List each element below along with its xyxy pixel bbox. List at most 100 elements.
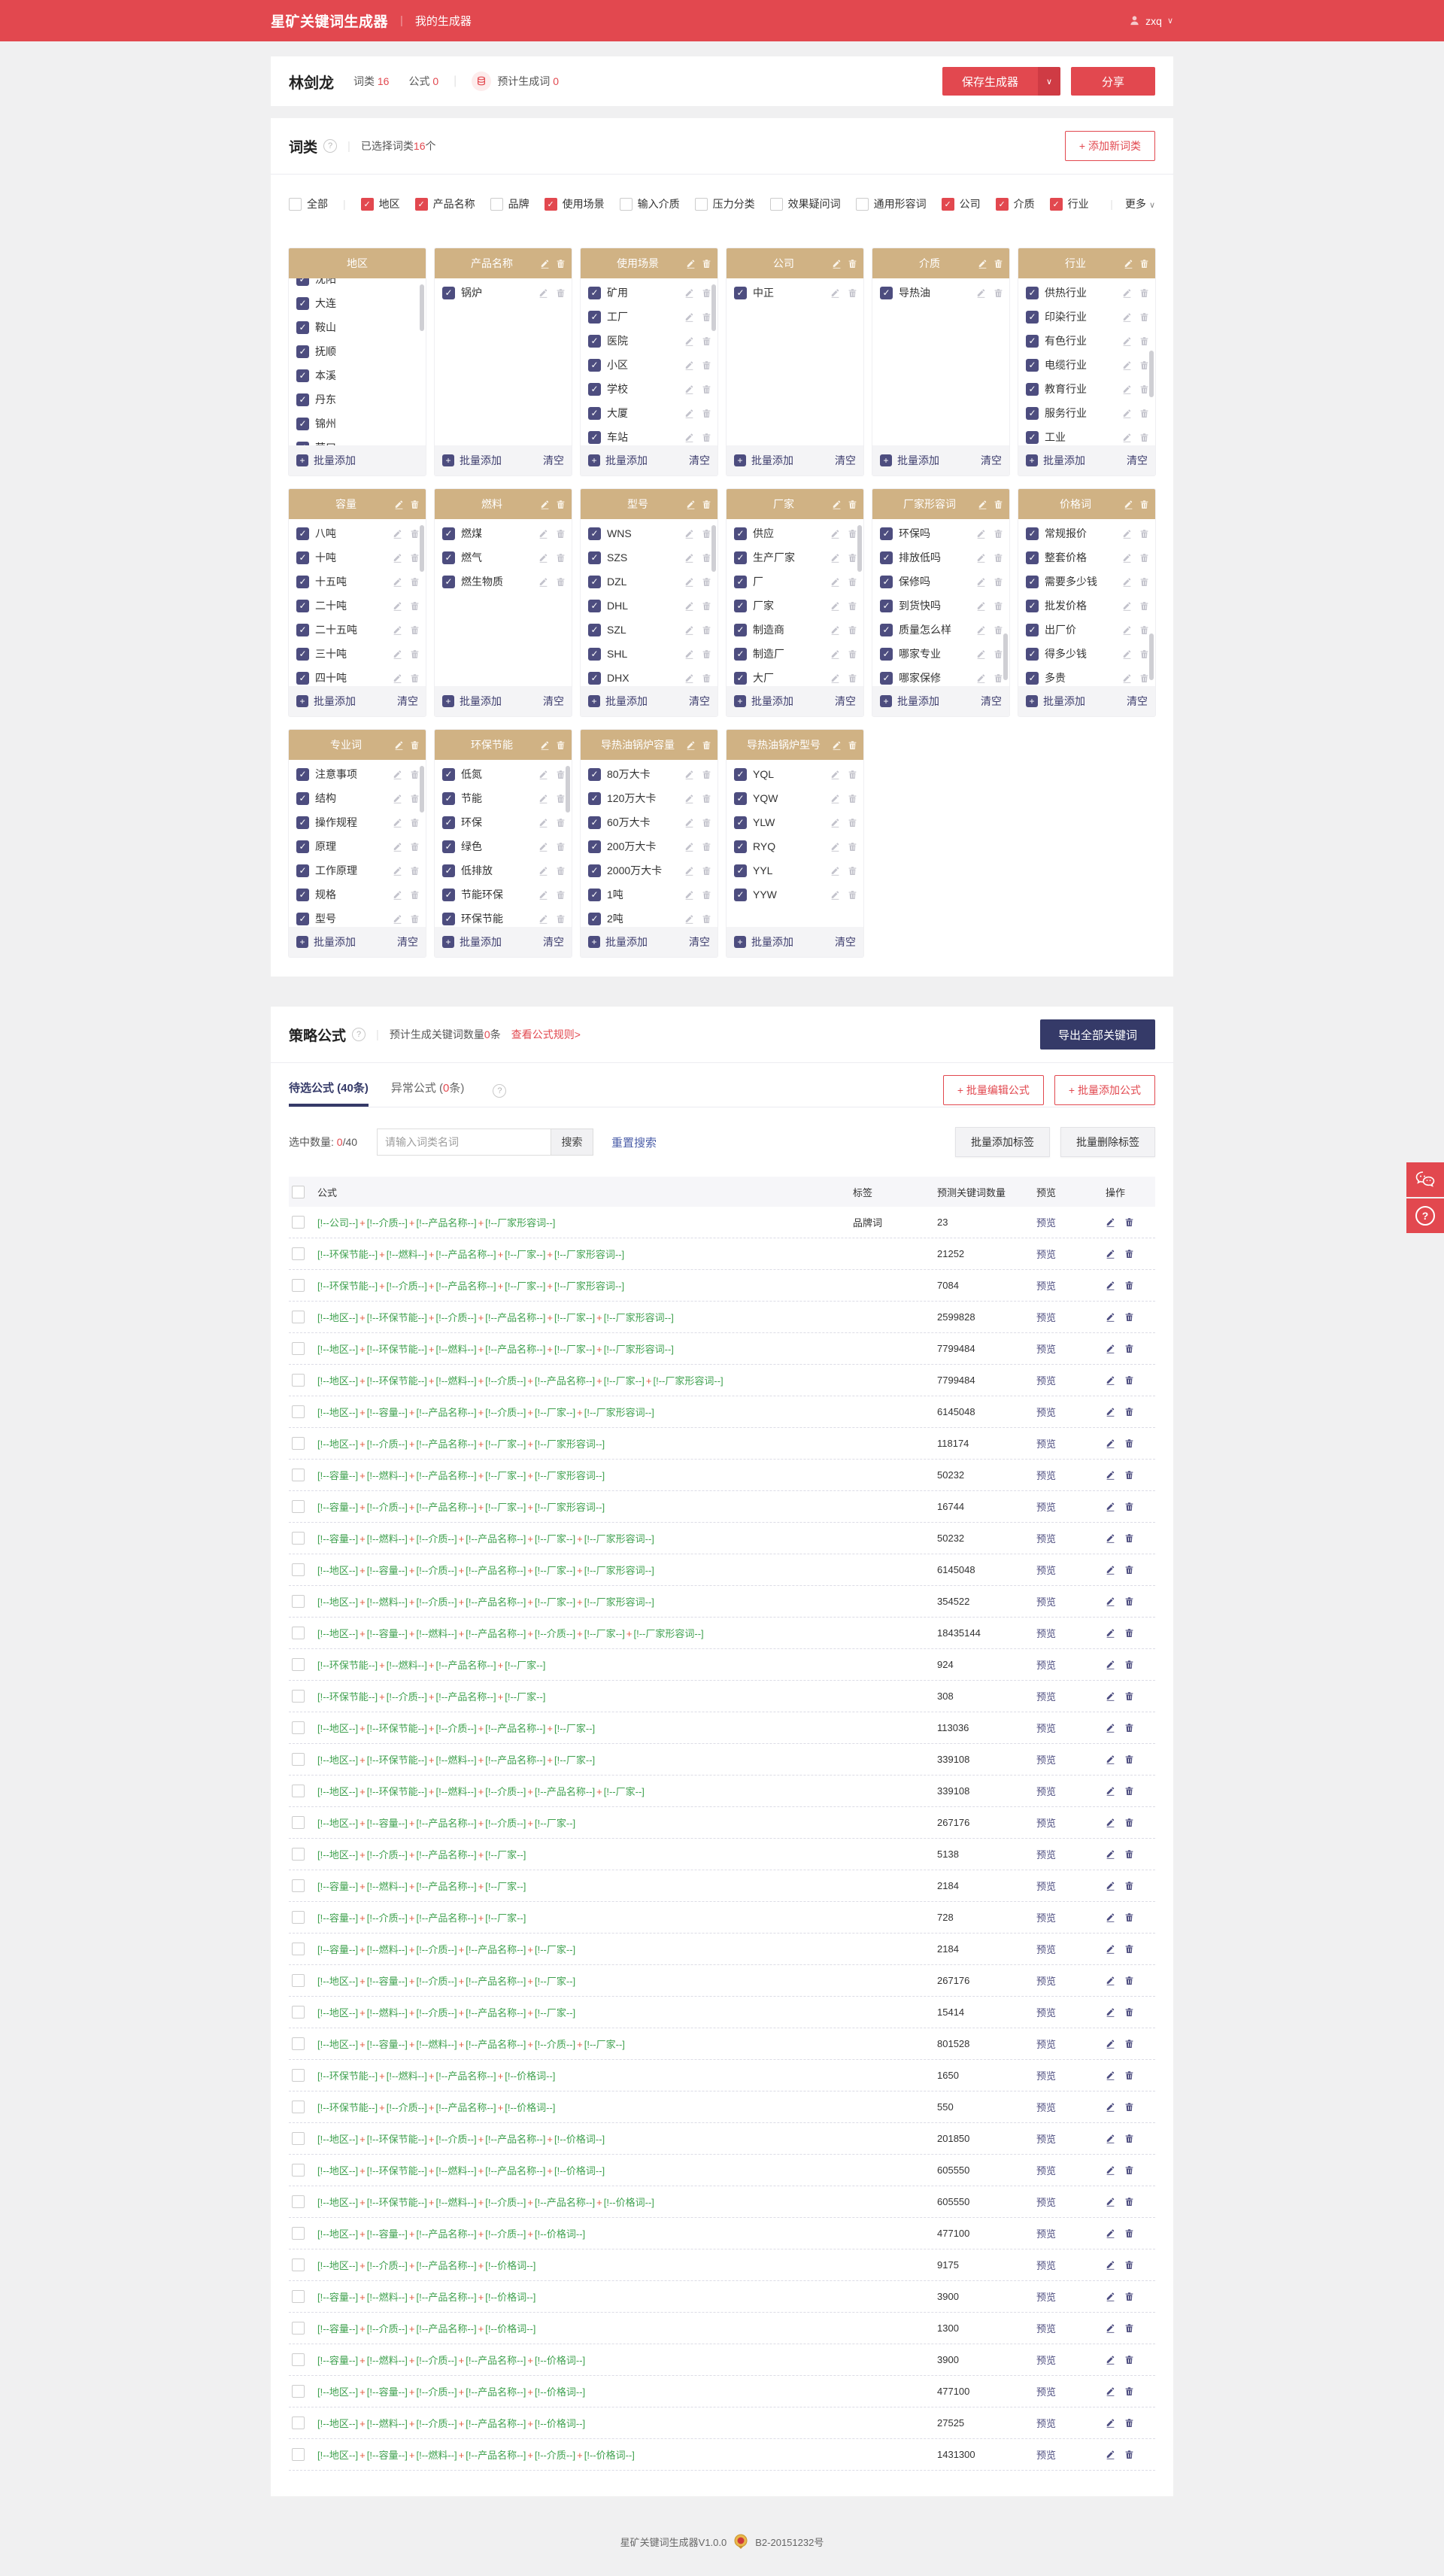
row-checkbox[interactable]: [292, 1311, 305, 1323]
delete-icon[interactable]: [410, 625, 420, 635]
edit-icon[interactable]: [1106, 2165, 1115, 2175]
edit-icon[interactable]: [978, 259, 987, 269]
delete-icon[interactable]: [848, 529, 857, 539]
delete-icon[interactable]: [848, 794, 857, 803]
edit-icon[interactable]: [830, 818, 840, 828]
clear-button[interactable]: 清空: [1127, 453, 1148, 468]
delete-icon[interactable]: [556, 794, 566, 803]
delete-icon[interactable]: [848, 500, 857, 509]
edit-icon[interactable]: [684, 818, 694, 828]
edit-icon[interactable]: [830, 601, 840, 611]
filter-输入介质[interactable]: 输入介质: [619, 196, 680, 211]
clear-button[interactable]: 清空: [543, 453, 564, 468]
delete-icon[interactable]: [848, 890, 857, 900]
preview-link[interactable]: 预览: [1036, 1723, 1056, 1734]
delete-icon[interactable]: [1124, 1596, 1134, 1606]
item-checkbox-checked[interactable]: ✓: [588, 599, 601, 612]
delete-icon[interactable]: [848, 740, 857, 750]
row-checkbox[interactable]: [292, 1658, 305, 1671]
delete-icon[interactable]: [1139, 288, 1149, 298]
filter-全部[interactable]: 全部: [289, 196, 328, 211]
delete-icon[interactable]: [1124, 1565, 1134, 1575]
delete-icon[interactable]: [410, 577, 420, 587]
edit-icon[interactable]: [1122, 409, 1132, 418]
item-checkbox-checked[interactable]: ✓: [296, 369, 309, 382]
delete-icon[interactable]: [556, 259, 566, 269]
clear-button[interactable]: 清空: [981, 694, 1002, 709]
edit-icon[interactable]: [684, 794, 694, 803]
item-checkbox-checked[interactable]: ✓: [588, 888, 601, 901]
row-checkbox[interactable]: [292, 1279, 305, 1292]
delete-icon[interactable]: [1124, 1249, 1134, 1259]
row-checkbox[interactable]: [292, 2069, 305, 2082]
item-checkbox-checked[interactable]: ✓: [588, 358, 601, 372]
delete-icon[interactable]: [702, 601, 711, 611]
delete-icon[interactable]: [556, 890, 566, 900]
filter-checkbox[interactable]: [490, 197, 503, 211]
edit-icon[interactable]: [393, 890, 402, 900]
batch-add-formula-button[interactable]: + 批量添加公式: [1054, 1075, 1155, 1105]
filter-checkbox[interactable]: ✓: [995, 197, 1009, 211]
item-checkbox-checked[interactable]: ✓: [588, 840, 601, 853]
item-checkbox-checked[interactable]: ✓: [734, 599, 747, 612]
edit-icon[interactable]: [1106, 1375, 1115, 1385]
delete-icon[interactable]: [1139, 577, 1149, 587]
delete-icon[interactable]: [1124, 1976, 1134, 1985]
item-checkbox-checked[interactable]: ✓: [734, 816, 747, 829]
edit-icon[interactable]: [1106, 2228, 1115, 2238]
item-checkbox-checked[interactable]: ✓: [296, 345, 309, 358]
edit-icon[interactable]: [832, 740, 842, 750]
item-checkbox-checked[interactable]: ✓: [1026, 647, 1039, 661]
preview-link[interactable]: 预览: [1036, 1786, 1056, 1797]
edit-icon[interactable]: [538, 577, 548, 587]
delete-icon[interactable]: [1139, 500, 1149, 509]
delete-icon[interactable]: [702, 818, 711, 828]
edit-icon[interactable]: [1106, 1407, 1115, 1417]
edit-icon[interactable]: [686, 740, 696, 750]
delete-icon[interactable]: [702, 649, 711, 659]
scrollbar-thumb[interactable]: [1003, 633, 1008, 680]
item-checkbox-checked[interactable]: ✓: [880, 647, 893, 661]
delete-icon[interactable]: [1124, 2292, 1134, 2301]
clear-button[interactable]: 清空: [543, 934, 564, 949]
item-checkbox-checked[interactable]: ✓: [588, 671, 601, 685]
edit-icon[interactable]: [684, 384, 694, 394]
edit-icon[interactable]: [686, 500, 696, 509]
item-checkbox-checked[interactable]: ✓: [588, 767, 601, 781]
edit-icon[interactable]: [684, 433, 694, 442]
filter-通用形容词[interactable]: 通用形容词: [855, 196, 927, 211]
delete-icon[interactable]: [994, 553, 1003, 563]
preview-link[interactable]: 预览: [1036, 1944, 1056, 1955]
delete-icon[interactable]: [848, 649, 857, 659]
clear-button[interactable]: 清空: [689, 934, 710, 949]
item-checkbox-checked[interactable]: ✓: [296, 791, 309, 805]
row-checkbox[interactable]: [292, 1943, 305, 1955]
edit-icon[interactable]: [976, 553, 986, 563]
preview-link[interactable]: 预览: [1036, 2260, 1056, 2271]
delete-icon[interactable]: [702, 794, 711, 803]
delete-icon[interactable]: [1139, 433, 1149, 442]
edit-icon[interactable]: [976, 625, 986, 635]
edit-icon[interactable]: [1106, 1596, 1115, 1606]
edit-icon[interactable]: [1122, 529, 1132, 539]
preview-link[interactable]: 预览: [1036, 1312, 1056, 1323]
scrollbar-thumb[interactable]: [420, 525, 424, 572]
item-checkbox-checked[interactable]: ✓: [734, 551, 747, 564]
help-icon[interactable]: ?: [352, 1028, 366, 1041]
edit-icon[interactable]: [393, 601, 402, 611]
edit-icon[interactable]: [1106, 2355, 1115, 2365]
delete-icon[interactable]: [702, 433, 711, 442]
delete-icon[interactable]: [1124, 1470, 1134, 1480]
item-checkbox-checked[interactable]: ✓: [296, 551, 309, 564]
formula-rules-link[interactable]: 查看公式规则>: [511, 1027, 581, 1042]
delete-icon[interactable]: [556, 500, 566, 509]
edit-icon[interactable]: [1124, 259, 1133, 269]
delete-icon[interactable]: [410, 890, 420, 900]
delete-icon[interactable]: [1124, 2039, 1134, 2049]
delete-icon[interactable]: [848, 577, 857, 587]
item-checkbox-checked[interactable]: ✓: [296, 441, 309, 445]
delete-icon[interactable]: [702, 577, 711, 587]
edit-icon[interactable]: [540, 740, 550, 750]
row-checkbox[interactable]: [292, 1500, 305, 1513]
preview-link[interactable]: 预览: [1036, 1249, 1056, 1260]
